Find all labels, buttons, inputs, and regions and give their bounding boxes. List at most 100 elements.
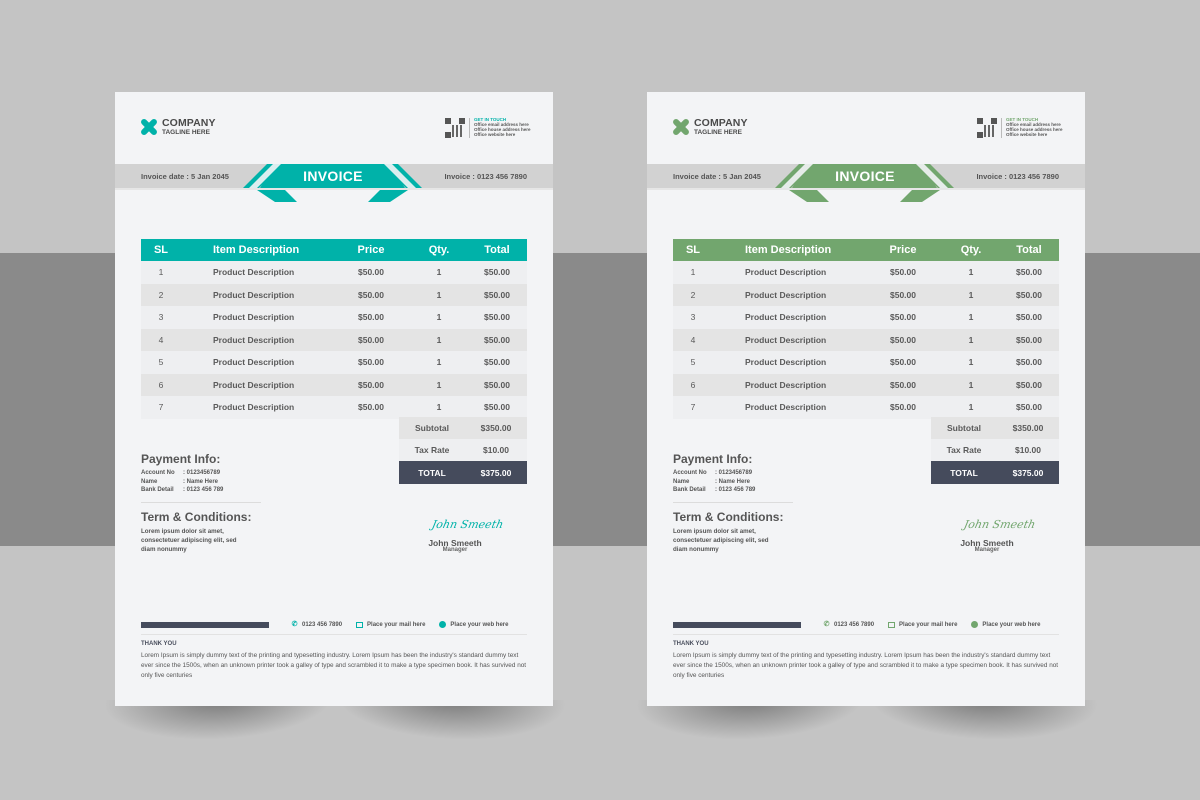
cell-price: $50.00 — [863, 328, 943, 351]
cell-price: $50.00 — [863, 306, 943, 329]
cell-total: $50.00 — [467, 396, 527, 419]
table-row: 2 Product Description $50.00 1 $50.00 — [141, 283, 527, 306]
cell-qty: 1 — [943, 283, 999, 306]
table-row: 6 Product Description $50.00 1 $50.00 — [141, 373, 527, 396]
subtotal-row: Subtotal $350.00 — [931, 417, 1059, 439]
cell-description: Product Description — [181, 283, 331, 306]
cell-total: $50.00 — [467, 328, 527, 351]
footer-mail: Place your mail here — [888, 621, 957, 628]
footer-web: Place your web here — [439, 621, 508, 628]
terms-title: Term & Conditions: — [673, 510, 784, 524]
contact-website: Office website here — [474, 131, 516, 137]
web-text: Place your web here — [982, 621, 1041, 628]
payment-row: Account No : 0123456789 — [141, 469, 223, 478]
payment-key: Bank Detail — [673, 487, 706, 493]
cell-description: Product Description — [713, 351, 863, 374]
cell-qty: 1 — [943, 373, 999, 396]
cell-sl: 7 — [673, 396, 713, 419]
contact-block: GET IN TOUCH Office email address here O… — [977, 117, 1063, 138]
cell-total: $50.00 — [467, 306, 527, 329]
cell-description: Product Description — [713, 261, 863, 284]
mail-icon — [356, 621, 364, 628]
table-row: 2 Product Description $50.00 1 $50.00 — [673, 283, 1059, 306]
table-row: 6 Product Description $50.00 1 $50.00 — [673, 373, 1059, 396]
footer-bar — [673, 622, 801, 628]
cell-qty: 1 — [411, 396, 467, 419]
cell-description: Product Description — [181, 373, 331, 396]
tax-label: Tax Rate — [414, 445, 450, 455]
section-divider — [141, 502, 261, 503]
payment-value: : 0123456789 — [183, 470, 221, 476]
table-row: 3 Product Description $50.00 1 $50.00 — [141, 306, 527, 329]
cell-price: $50.00 — [331, 373, 411, 396]
footer-bar — [141, 622, 269, 628]
qr-code-icon — [445, 118, 465, 138]
signature-script: John Smeeth — [962, 518, 1037, 531]
terms-text: Lorem ipsum dolor sit amet, consectetuer… — [141, 528, 237, 553]
x-logo-icon — [672, 118, 690, 136]
payment-row: Bank Detail : 0123 456 789 — [141, 486, 223, 495]
cell-sl: 6 — [673, 373, 713, 396]
header-qty: Qty. — [943, 239, 999, 261]
payment-row: Account No : 0123456789 — [673, 469, 755, 478]
payment-value: : 0123456789 — [715, 470, 753, 476]
header-total: Total — [467, 239, 527, 261]
cell-description: Product Description — [181, 328, 331, 351]
web-text: Place your web here — [450, 621, 509, 628]
phone-text: 0123 456 7890 — [302, 621, 343, 628]
payment-value: : Name Here — [183, 478, 219, 485]
terms-title: Term & Conditions: — [141, 510, 252, 524]
invoice-title: INVOICE — [835, 168, 895, 184]
table-row: 1 Product Description $50.00 1 $50.00 — [141, 261, 527, 284]
footer-contacts: ✆ 0123 456 7890 Place your mail here Pla… — [823, 621, 1040, 628]
invoice-number: Invoice : 0123 456 7890 — [444, 172, 527, 181]
cell-price: $50.00 — [331, 261, 411, 284]
subtotal-row: Subtotal $350.00 — [399, 417, 527, 439]
cell-sl: 1 — [673, 261, 713, 284]
cell-description: Product Description — [713, 283, 863, 306]
header-price: Price — [331, 239, 411, 261]
table-row: 7 Product Description $50.00 1 $50.00 — [673, 396, 1059, 419]
cell-total: $50.00 — [467, 261, 527, 284]
table-header-row: SL Item Description Price Qty. Total — [141, 239, 527, 261]
cell-sl: 3 — [673, 306, 713, 329]
signer-role: Manager — [974, 547, 1000, 553]
table-row: 7 Product Description $50.00 1 $50.00 — [141, 396, 527, 419]
payment-key: Bank Detail — [141, 487, 174, 493]
table-row: 5 Product Description $50.00 1 $50.00 — [141, 351, 527, 374]
cell-price: $50.00 — [863, 261, 943, 284]
payment-value: : Name Here — [715, 478, 751, 485]
cell-total: $50.00 — [999, 306, 1059, 329]
mail-icon — [888, 621, 896, 628]
section-divider — [673, 502, 793, 503]
cell-description: Product Description — [713, 328, 863, 351]
totals-summary: Subtotal $350.00 Tax Rate $10.00 TOTAL $… — [931, 417, 1059, 484]
cell-price: $50.00 — [863, 351, 943, 374]
x-logo-icon — [140, 118, 158, 136]
payment-value: : 0123 456 789 — [715, 487, 756, 493]
invoice-date: Invoice date : 5 Jan 2045 — [141, 172, 229, 181]
cell-description: Product Description — [181, 261, 331, 284]
payment-row: Bank Detail : 0123 456 789 — [673, 486, 755, 495]
cell-sl: 2 — [141, 283, 181, 306]
cell-description: Product Description — [713, 396, 863, 419]
cell-qty: 1 — [411, 283, 467, 306]
cell-qty: 1 — [411, 373, 467, 396]
table-header-row: SL Item Description Price Qty. Total — [673, 239, 1059, 261]
cell-price: $50.00 — [331, 328, 411, 351]
payment-key: Account No — [141, 470, 175, 476]
subtotal-value: $350.00 — [480, 423, 512, 433]
cell-price: $50.00 — [863, 396, 943, 419]
mail-text: Place your mail here — [367, 621, 426, 628]
cell-qty: 1 — [411, 306, 467, 329]
payment-key: Account No — [673, 470, 707, 476]
invoice-date: Invoice date : 5 Jan 2045 — [673, 172, 761, 181]
header-sl: SL — [141, 239, 181, 261]
thank-you-text: Lorem Ipsum is simply dummy text of the … — [673, 652, 1059, 679]
payment-info-list: Account No : 0123456789 Name : Name Here… — [673, 469, 755, 495]
cell-price: $50.00 — [331, 396, 411, 419]
company-logo: COMPANY TAGLINE HERE — [672, 118, 748, 136]
cell-description: Product Description — [181, 396, 331, 419]
cell-sl: 3 — [141, 306, 181, 329]
contact-block: GET IN TOUCH Office email address here O… — [445, 117, 531, 138]
